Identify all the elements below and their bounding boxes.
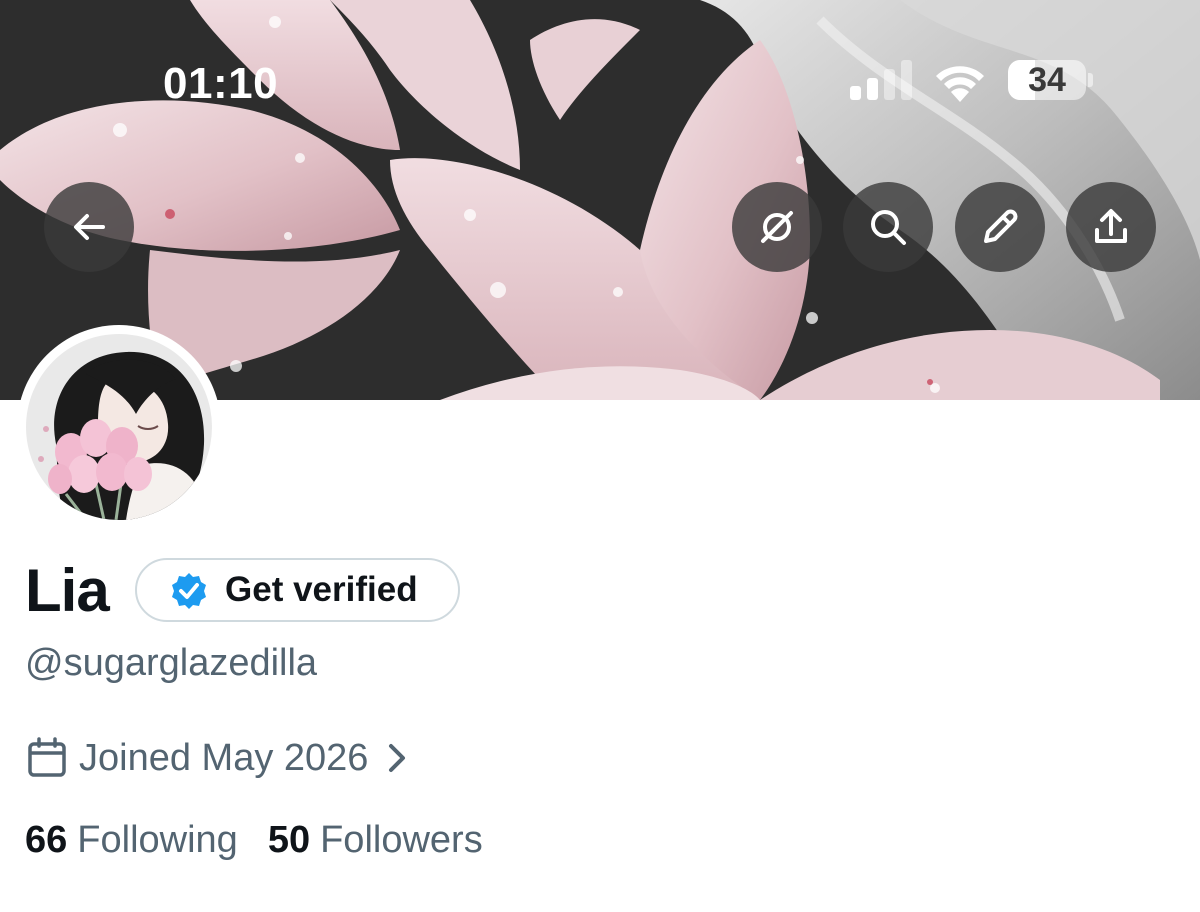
following-link[interactable]: 66 Following — [25, 814, 238, 866]
status-time: 01:10 — [163, 59, 279, 108]
battery-icon: 34 — [1008, 60, 1094, 102]
share-icon — [1095, 209, 1127, 243]
verified-badge-icon — [172, 573, 206, 609]
battery-level: 34 — [1028, 61, 1066, 99]
share-button[interactable] — [1066, 182, 1156, 272]
followers-count: 50 — [267, 819, 311, 861]
joined-date: Joined May 2026 — [79, 737, 369, 779]
back-button[interactable] — [44, 182, 134, 272]
following-label: Following — [77, 819, 238, 861]
follow-stats: 66 Following 50 Followers — [25, 814, 483, 866]
get-verified-label: Get verified — [225, 570, 418, 609]
battery-body: 34 — [1008, 60, 1086, 100]
calendar-icon — [28, 737, 66, 777]
battery-cap — [1088, 73, 1093, 87]
grok-slash-icon — [761, 211, 793, 243]
pencil-icon — [984, 209, 1018, 243]
avatar-image — [26, 334, 212, 520]
signal-icon — [850, 60, 912, 100]
search-icon — [871, 210, 906, 245]
following-count: 66 — [25, 819, 68, 861]
search-button[interactable] — [843, 182, 933, 272]
arrow-left-icon — [74, 214, 105, 240]
followers-link[interactable]: 50 Followers — [268, 814, 483, 866]
followers-label: Followers — [320, 819, 483, 861]
avatar[interactable] — [17, 325, 221, 529]
get-verified-button[interactable]: Get verified — [135, 558, 460, 622]
joined-date-row[interactable]: Joined May 2026 — [25, 732, 412, 784]
grok-button[interactable] — [732, 182, 822, 272]
chevron-right-icon — [389, 744, 406, 772]
profile-screen: 01:10 34 Lia Get verified @sugarglazedil… — [0, 0, 1200, 912]
display-name: Lia — [25, 557, 110, 624]
edit-button[interactable] — [955, 182, 1045, 272]
user-handle: @sugarglazedilla — [25, 642, 318, 684]
wifi-icon — [936, 66, 984, 102]
